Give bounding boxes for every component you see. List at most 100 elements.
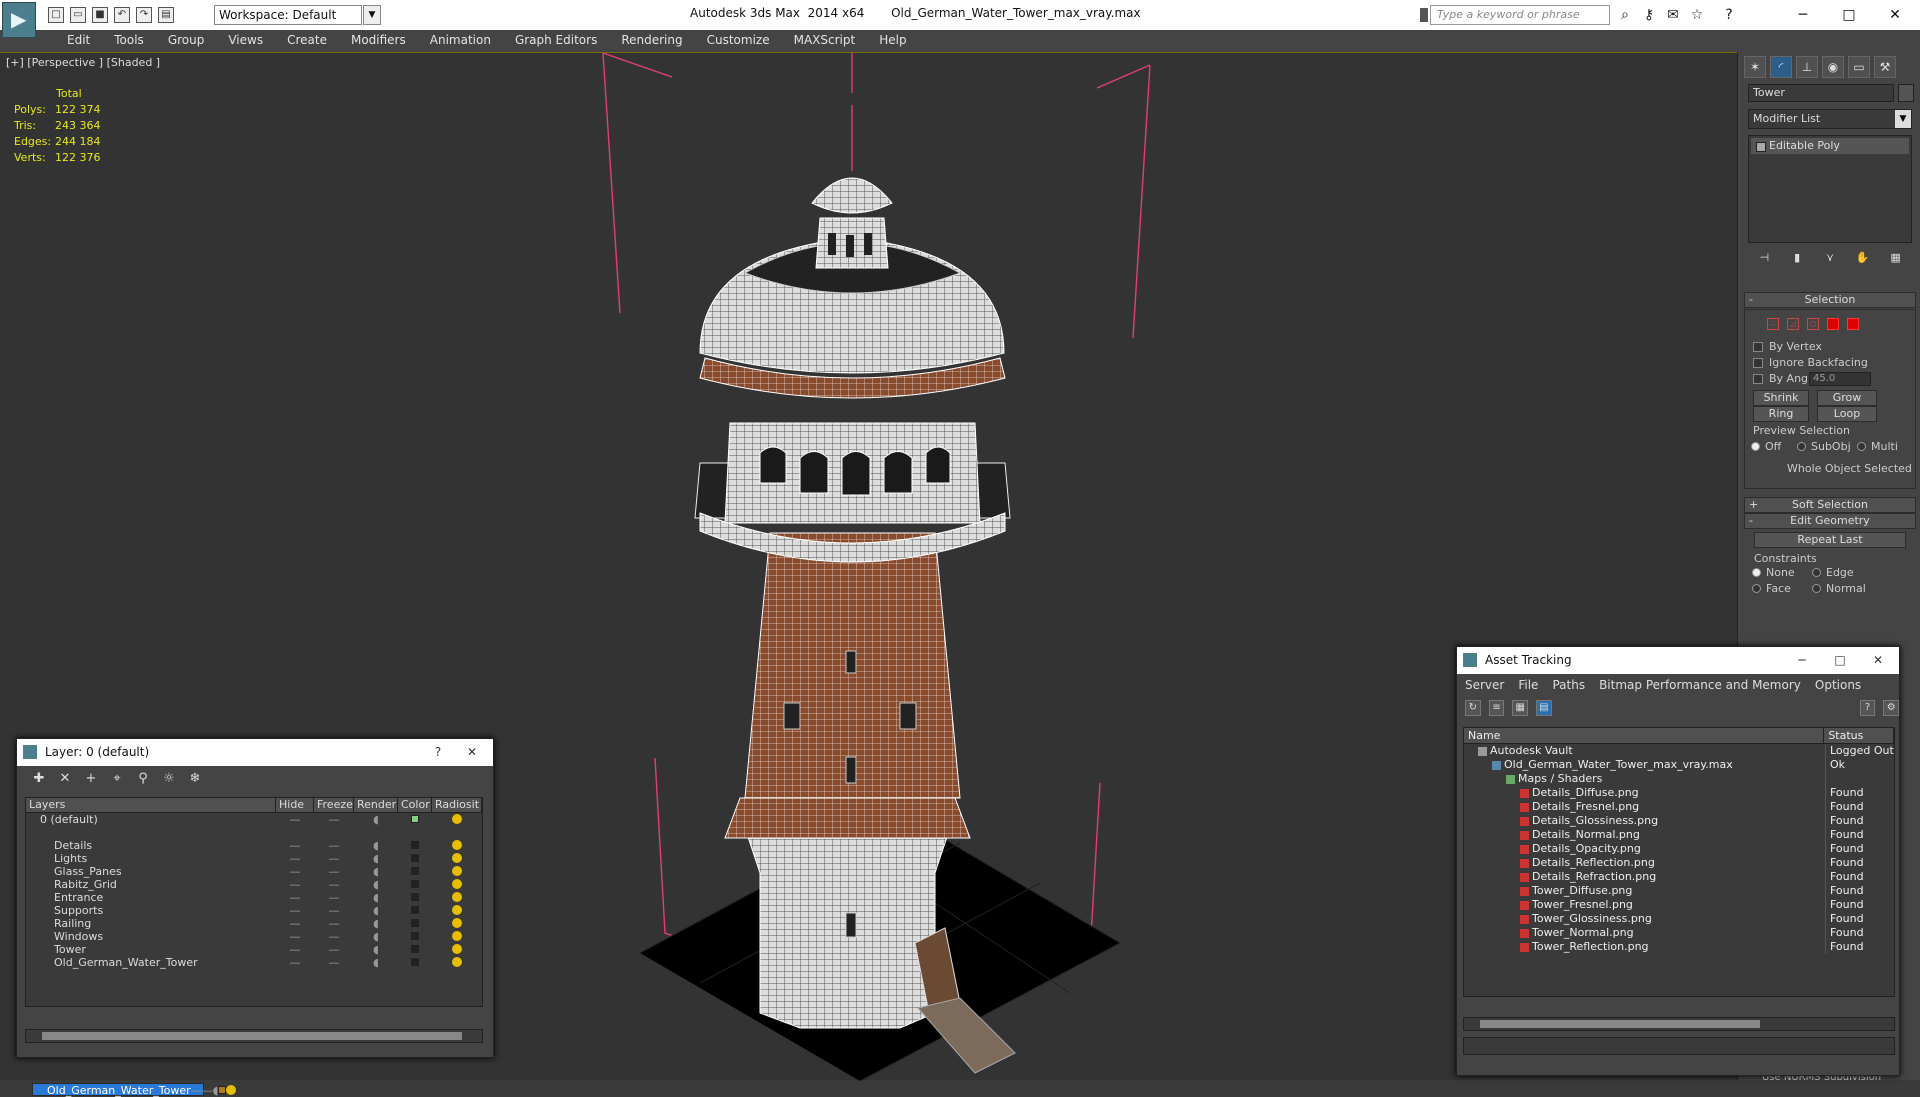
app-logo-button[interactable]: ▶	[2, 2, 36, 38]
layer-row[interactable]: Rabitz_Grid — — ◖	[26, 878, 482, 891]
menu-rendering[interactable]: Rendering	[609, 30, 694, 52]
stack-item-editable-poly[interactable]: Editable Poly	[1751, 138, 1909, 154]
workspace-dropdown[interactable]: Workspace: Default ▼	[214, 5, 381, 25]
chevron-down-icon[interactable]: ▼	[363, 5, 381, 25]
close-icon[interactable]: ✕	[1872, 2, 1918, 28]
chevron-down-icon[interactable]: ▼	[1895, 110, 1911, 128]
radiosity-bulb-icon[interactable]	[432, 865, 482, 878]
help-button[interactable]: ?	[423, 739, 453, 766]
help-icon[interactable]: ?	[1720, 7, 1738, 23]
layer-color-swatch[interactable]	[398, 865, 432, 878]
layer-row[interactable]: Old_German_Water_Tower — — ◖	[32, 1083, 237, 1097]
asset-row[interactable]: Details_Refraction.png Found	[1464, 870, 1894, 884]
menu-group[interactable]: Group	[156, 30, 217, 52]
render-teapot-icon[interactable]: ◖	[354, 878, 398, 891]
select-objects-icon[interactable]: ⌖	[109, 771, 125, 787]
minimize-icon[interactable]: ─	[1787, 647, 1817, 674]
layer-row[interactable]: Lights — — ◖	[26, 852, 482, 865]
show-end-result-icon[interactable]: ▮	[1788, 249, 1806, 267]
redo-icon[interactable]: ↷	[136, 7, 152, 23]
binoculars-icon[interactable]: ⌕	[1616, 7, 1634, 23]
menu-tools[interactable]: Tools	[102, 30, 156, 52]
motion-tab-icon[interactable]: ◉	[1822, 56, 1844, 78]
layer-row[interactable]: Railing — — ◖	[26, 917, 482, 930]
asset-row[interactable]: Tower_Normal.png Found	[1464, 926, 1894, 940]
freeze-toggle[interactable]: —	[314, 852, 354, 865]
save-file-icon[interactable]: ■	[92, 7, 108, 23]
layer-row[interactable]: Details — — ◖	[26, 839, 482, 852]
utilities-tab-icon[interactable]: ⚒	[1874, 56, 1896, 78]
asset-row[interactable]: Tower_Reflection.png Found	[1464, 940, 1894, 954]
render-teapot-icon[interactable]: ◖	[354, 904, 398, 917]
hide-toggle[interactable]: —	[276, 839, 314, 852]
radiosity-bulb-icon[interactable]	[432, 904, 482, 917]
add-to-layer-icon[interactable]: +	[83, 771, 99, 787]
radiosity-bulb-icon[interactable]	[432, 891, 482, 904]
make-unique-icon[interactable]: ⋎	[1821, 249, 1839, 267]
preview-subobj-radio[interactable]: SubObj	[1797, 440, 1851, 453]
freeze-toggle[interactable]: —	[314, 878, 354, 891]
asset-row[interactable]: Tower_Fresnel.png Found	[1464, 898, 1894, 912]
open-file-icon[interactable]: ▭	[70, 7, 86, 23]
search-arrow-icon[interactable]	[1420, 8, 1428, 22]
constraint-edge-radio[interactable]: Edge	[1812, 566, 1854, 579]
modify-tab-icon[interactable]: ◜	[1770, 56, 1792, 78]
maximize-icon[interactable]: □	[1825, 647, 1855, 674]
hide-toggle[interactable]: —	[276, 917, 314, 930]
radiosity-bulb-icon[interactable]	[226, 1084, 237, 1095]
by-vertex-checkbox[interactable]: By Vertex	[1753, 340, 1822, 353]
freeze-toggle[interactable]: —	[314, 917, 354, 930]
radiosity-bulb-icon[interactable]	[432, 917, 482, 930]
layer-color-swatch[interactable]	[398, 839, 432, 852]
hierarchy-tab-icon[interactable]: ⊥	[1796, 56, 1818, 78]
asset-row[interactable]: Old_German_Water_Tower_max_vray.max Ok	[1464, 758, 1894, 772]
shrink-button[interactable]: Shrink	[1753, 390, 1809, 406]
asset-menu-options[interactable]: Options	[1815, 674, 1861, 696]
layer-color-swatch[interactable]	[398, 878, 432, 891]
menu-help[interactable]: Help	[867, 30, 918, 52]
asset-row[interactable]: Details_Diffuse.png Found	[1464, 786, 1894, 800]
layer-color-swatch[interactable]	[398, 904, 432, 917]
highlight-layer-icon[interactable]: ⚲	[135, 771, 151, 787]
delete-layer-icon[interactable]: ✕	[57, 771, 73, 787]
radiosity-bulb-icon[interactable]	[432, 943, 482, 956]
hide-toggle[interactable]: —	[276, 930, 314, 943]
radiosity-bulb-icon[interactable]	[432, 956, 482, 969]
hide-toggle[interactable]: —	[191, 1084, 202, 1097]
ignore-backfacing-checkbox[interactable]: Ignore Backfacing	[1753, 356, 1868, 369]
object-color-swatch[interactable]	[1898, 84, 1914, 102]
layer-color-swatch[interactable]	[398, 943, 432, 956]
maximize-icon[interactable]: □	[1826, 2, 1872, 28]
menu-edit[interactable]: Edit	[55, 30, 102, 52]
modifier-list-dropdown[interactable]: Modifier List ▼	[1748, 109, 1912, 129]
undo-icon[interactable]: ↶	[114, 7, 130, 23]
render-teapot-icon[interactable]: ◖	[354, 852, 398, 865]
freeze-toggle[interactable]: —	[314, 865, 354, 878]
freeze-toggle[interactable]: —	[314, 904, 354, 917]
freeze-all-icon[interactable]: ❄	[187, 771, 203, 787]
create-layer-icon[interactable]: ✚	[31, 771, 47, 787]
freeze-toggle[interactable]: —	[314, 956, 354, 969]
help-icon[interactable]: ?	[1859, 700, 1876, 716]
asset-menu-server[interactable]: Server	[1465, 674, 1504, 696]
asset-row[interactable]: Maps / Shaders	[1464, 772, 1894, 786]
layer-row[interactable]: Old_German_Water_Tower — — ◖	[26, 956, 482, 969]
asset-row[interactable]: Autodesk Vault Logged Out	[1464, 744, 1894, 758]
layer-color-swatch[interactable]	[398, 891, 432, 904]
hide-toggle[interactable]: —	[276, 956, 314, 969]
layer-row[interactable]: 0 (default) — — ◖	[26, 813, 482, 826]
refresh-icon[interactable]: ↻	[1465, 700, 1481, 716]
radiosity-bulb-icon[interactable]	[432, 930, 482, 943]
layer-row[interactable]: Tower — — ◖	[26, 943, 482, 956]
layers-scrollbar[interactable]	[25, 1029, 483, 1043]
render-teapot-icon[interactable]: ◖	[354, 839, 398, 852]
search-input[interactable]: Type a keyword or phrase	[1430, 5, 1610, 25]
layer-color-swatch[interactable]	[398, 956, 432, 969]
asset-menu-paths[interactable]: Paths	[1552, 674, 1585, 696]
hide-toggle[interactable]: —	[276, 865, 314, 878]
asset-scrollbar[interactable]	[1463, 1017, 1895, 1031]
border-icon[interactable]: ○	[1807, 318, 1819, 330]
hide-toggle[interactable]: —	[276, 813, 314, 826]
radiosity-bulb-icon[interactable]	[432, 852, 482, 865]
layer-row[interactable]: Entrance — — ◖	[26, 891, 482, 904]
